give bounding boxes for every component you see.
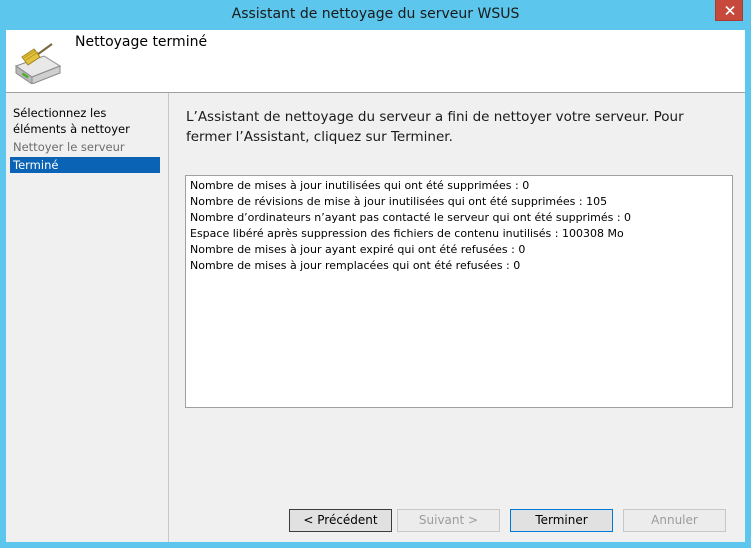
wizard-window: Assistant de nettoyage du serveur WSUS N… xyxy=(0,0,751,548)
result-line: Nombre de mises à jour ayant expiré qui … xyxy=(190,243,526,256)
wizard-client-area: Nettoyage terminé Sélectionnez les éléme… xyxy=(6,30,745,542)
page-title: Nettoyage terminé xyxy=(75,34,208,50)
result-line: Nombre de mises à jour remplacées qui on… xyxy=(190,259,521,272)
result-line: Nombre de révisions de mise à jour inuti… xyxy=(190,195,608,208)
cancel-button[interactable]: Annuler xyxy=(623,509,726,532)
wizard-steps-nav: Sélectionnez les éléments à nettoyer Net… xyxy=(6,93,169,542)
wizard-header: Nettoyage terminé xyxy=(6,30,745,93)
previous-button[interactable]: < Précédent xyxy=(289,509,392,532)
completion-message: L’Assistant de nettoyage du serveur a fi… xyxy=(186,109,684,145)
server-cleanup-icon xyxy=(14,43,62,84)
result-line: Nombre d’ordinateurs n’ayant pas contact… xyxy=(190,211,632,224)
result-line: Espace libéré après suppression des fich… xyxy=(190,227,624,240)
nav-step-clean-server: Nettoyer le serveur xyxy=(13,140,125,154)
window-title: Assistant de nettoyage du serveur WSUS xyxy=(231,6,520,22)
nav-step-select-items[interactable]: Sélectionnez les éléments à nettoyer xyxy=(10,105,160,137)
result-line: Nombre de mises à jour inutilisées qui o… xyxy=(190,179,530,192)
close-button[interactable] xyxy=(715,0,743,21)
results-textbox[interactable]: Nombre de mises à jour inutilisées qui o… xyxy=(185,175,733,408)
next-button[interactable]: Suivant > xyxy=(397,509,500,532)
finish-button[interactable]: Terminer xyxy=(510,509,613,532)
nav-step-finished[interactable]: Terminé xyxy=(10,157,160,173)
close-icon xyxy=(725,6,735,15)
title-bar[interactable]: Assistant de nettoyage du serveur WSUS xyxy=(0,0,751,30)
